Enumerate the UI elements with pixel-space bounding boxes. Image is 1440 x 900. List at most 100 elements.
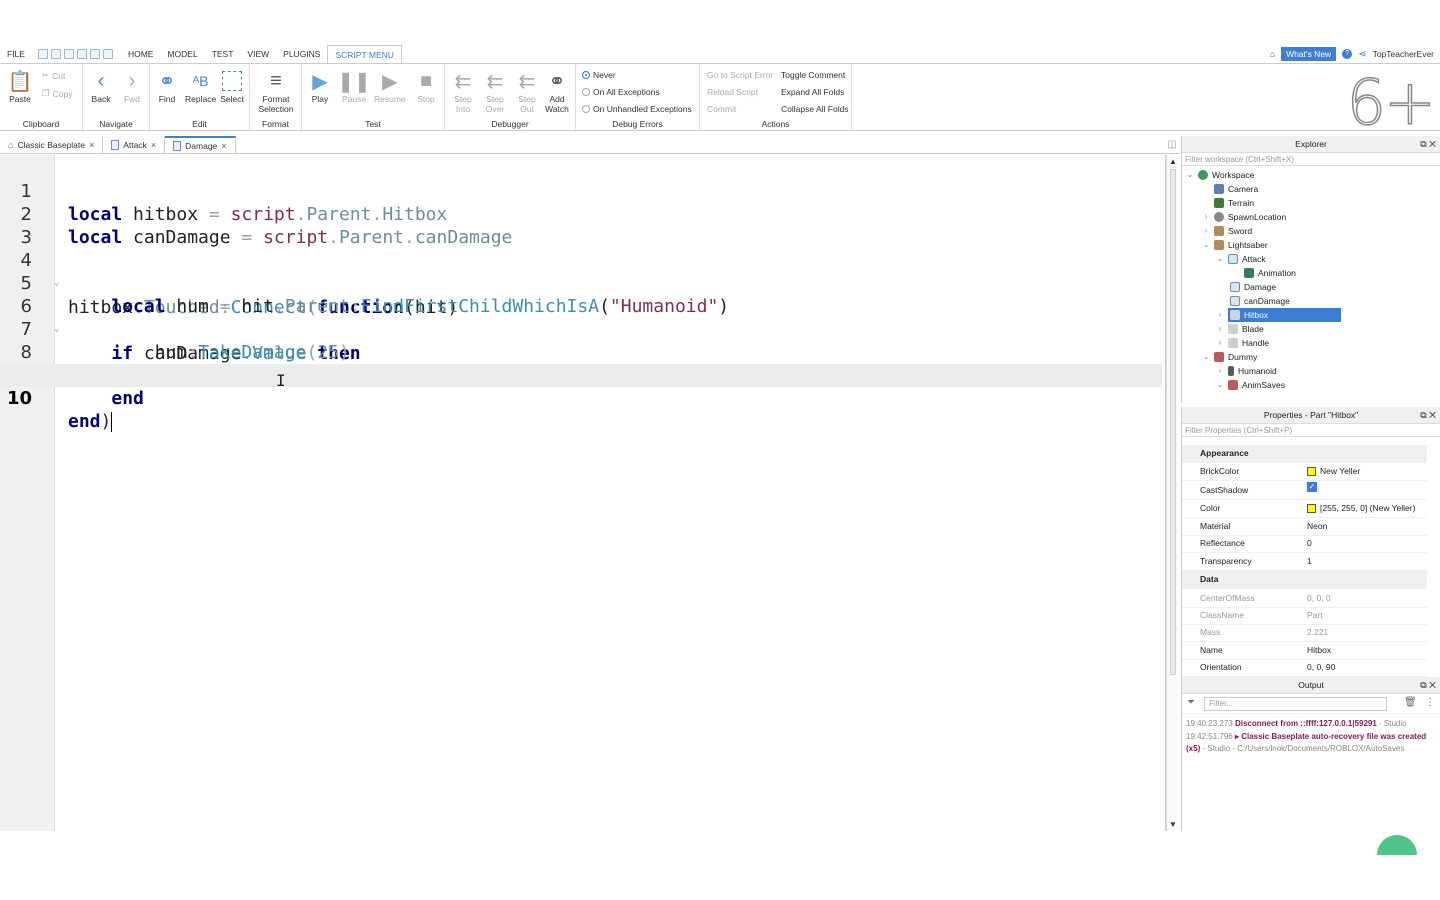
tree-item-dummy[interactable]: ⌄ Dummy — [1202, 350, 1257, 364]
tree-item-lightsaber[interactable]: ⌄ Lightsaber — [1202, 238, 1268, 252]
category-appearance[interactable]: Appearance — [1182, 445, 1427, 463]
resume-button[interactable]: ▶ Resume — [374, 68, 406, 105]
new-file-icon[interactable] — [37, 49, 48, 59]
username-label[interactable]: TopTeacherEver — [1373, 49, 1434, 59]
toggle-comment-button[interactable]: Toggle Comment — [781, 70, 845, 80]
floating-action-button[interactable] — [1377, 835, 1417, 855]
save-icon[interactable] — [89, 49, 100, 59]
explorer-filter-input[interactable]: Filter workspace (Ctrl+Shift+X) — [1182, 153, 1440, 166]
menu-model[interactable]: MODEL — [160, 45, 204, 63]
help-icon[interactable]: ? — [1342, 49, 1353, 59]
chevron-right-icon[interactable]: › — [1216, 308, 1224, 322]
dock-close-icon[interactable]: ⧉ ✕ — [1420, 407, 1436, 424]
pause-button[interactable]: ❚❚ Pause — [337, 68, 371, 105]
dock-close-icon[interactable]: ⧉ ✕ — [1420, 677, 1436, 694]
script-editor[interactable]: 1 local hitbox = script.Parent.Hitbox 2 … — [0, 155, 1166, 831]
clear-output-icon[interactable]: 🗑 — [1404, 697, 1417, 708]
prop-castshadow[interactable]: CastShadow ✓ — [1182, 482, 1427, 500]
select-button[interactable]: Select — [220, 68, 244, 104]
checkbox-checked-icon[interactable]: ✓ — [1307, 482, 1317, 492]
prop-material[interactable]: Material Neon — [1182, 518, 1427, 536]
menu-home[interactable]: HOME — [121, 45, 161, 63]
chevron-down-icon[interactable]: ⌄ — [1216, 252, 1224, 266]
format-selection-button[interactable]: ≡ Format Selection — [254, 68, 298, 115]
redo-icon[interactable] — [63, 49, 74, 59]
reload-script-button[interactable]: Reload Script — [707, 87, 758, 97]
tab-damage[interactable]: Damage × — [165, 136, 236, 153]
menu-script-menu[interactable]: SCRIPT MENU — [327, 45, 402, 63]
tree-item-animsaves[interactable]: ⌄ AnimSaves — [1216, 378, 1285, 392]
commit-button[interactable]: Commit — [707, 104, 736, 114]
close-icon[interactable]: × — [221, 141, 226, 151]
tree-item-blade[interactable]: › Blade — [1216, 322, 1264, 336]
chevron-down-icon[interactable]: ⌄ — [1216, 378, 1224, 392]
close-icon[interactable]: × — [151, 140, 156, 150]
tree-item-camera[interactable]: Camera — [1214, 182, 1258, 196]
tree-item-spawnlocation[interactable]: › SpawnLocation — [1202, 210, 1286, 224]
whats-new-button[interactable]: What's New — [1281, 47, 1337, 61]
menu-view[interactable]: VIEW — [240, 45, 276, 63]
split-view-icon[interactable]: ◫ — [1164, 136, 1180, 153]
chevron-right-icon[interactable]: › — [1216, 322, 1224, 336]
chevron-right-icon[interactable]: › — [1202, 224, 1210, 238]
stop-button[interactable]: ■ Stop — [414, 68, 438, 105]
prop-reflectance[interactable]: Reflectance 0 — [1182, 535, 1427, 553]
tree-item-damage[interactable]: Damage — [1230, 280, 1276, 294]
prop-color[interactable]: Color [255, 255, 0] (New Yeller) — [1182, 500, 1427, 518]
chevron-right-icon[interactable]: › — [1216, 364, 1224, 378]
menu-file[interactable]: FILE — [0, 45, 32, 63]
tree-item-animation[interactable]: Animation — [1244, 266, 1296, 280]
editor-scrollbar[interactable]: ▲ ▼ — [1166, 155, 1179, 831]
tree-item-attack[interactable]: ⌄ Attack — [1216, 252, 1266, 266]
prop-classname[interactable]: ClassName Part — [1182, 607, 1427, 625]
add-watch-button[interactable]: ⚭ Add Watch — [545, 68, 569, 115]
more-options-icon[interactable]: ⋮ — [1425, 697, 1435, 708]
expand-all-folds-button[interactable]: Expand All Folds — [781, 87, 844, 97]
forward-button[interactable]: › Fwd — [120, 68, 144, 105]
prop-name[interactable]: Name Hitbox — [1182, 642, 1427, 660]
menu-plugins[interactable]: PLUGINS — [276, 45, 327, 63]
tree-item-hitbox[interactable]: Hitbox — [1228, 308, 1341, 322]
step-over-button[interactable]: ⇇ Step Over — [483, 68, 507, 115]
dock-close-icon[interactable]: ⧉ ✕ — [1420, 136, 1436, 153]
close-icon[interactable]: × — [89, 140, 94, 150]
tree-item-sword[interactable]: › Sword — [1202, 224, 1252, 238]
cut-button[interactable]: ✂ Cut — [42, 70, 65, 81]
chevron-right-icon[interactable]: › — [1202, 210, 1210, 224]
scroll-down-icon[interactable]: ▼ — [1169, 820, 1177, 829]
menu-test[interactable]: TEST — [205, 45, 241, 63]
tab-attack[interactable]: Attack × — [103, 136, 166, 153]
tree-item-hitbox-row[interactable]: › — [1216, 308, 1224, 322]
tree-item-candamage[interactable]: canDamage — [1230, 294, 1290, 308]
publish-icon[interactable] — [76, 49, 87, 59]
tree-item-terrain[interactable]: Terrain — [1214, 196, 1254, 210]
back-button[interactable]: ‹ Back — [89, 68, 113, 105]
output-filter-input[interactable]: Filter... — [1204, 697, 1387, 711]
open-icon[interactable] — [50, 49, 61, 59]
tree-item-handle[interactable]: › Handle — [1216, 336, 1269, 350]
prop-orientation[interactable]: Orientation 0, 0, 90 — [1182, 659, 1427, 677]
all-exceptions-radio[interactable]: On All Exceptions — [582, 87, 660, 97]
step-into-button[interactable]: ⇇ Step Into — [451, 68, 475, 115]
prop-centerofmass[interactable]: CenterOfMass 0, 0, 0 — [1182, 590, 1427, 608]
share-icon[interactable]: ⋖ — [1358, 49, 1366, 60]
prop-mass[interactable]: Mass 2.221 — [1182, 624, 1427, 642]
chevron-down-icon[interactable]: ⌄ — [1202, 238, 1210, 252]
never-radio[interactable]: Never — [582, 70, 616, 80]
copy-button[interactable]: ❐ Copy — [42, 88, 72, 99]
scroll-up-icon[interactable]: ▲ — [1169, 157, 1177, 166]
unhandled-exceptions-radio[interactable]: On Unhandled Exceptions — [582, 104, 692, 114]
collapse-ribbon-icon[interactable]: ⌂ — [1270, 49, 1275, 59]
play-button[interactable]: ▶ Play — [308, 68, 332, 105]
tab-classic-baseplate[interactable]: ⌂ Classic Baseplate × — [0, 136, 104, 153]
find-button[interactable]: ⚭ Find — [155, 68, 179, 105]
goto-script-error-button[interactable]: Go to Script Error — [707, 70, 773, 80]
chevron-down-icon[interactable]: ⌄ — [1202, 350, 1210, 364]
prop-brickcolor[interactable]: BrickColor New Yeller — [1182, 463, 1427, 481]
collapse-all-folds-button[interactable]: Collapse All Folds — [781, 104, 849, 114]
chevron-right-icon[interactable]: › — [1216, 336, 1224, 350]
tree-item-workspace[interactable]: ⌄ Workspace — [1186, 168, 1254, 182]
scroll-thumb[interactable] — [1170, 169, 1176, 675]
tree-item-humanoid[interactable]: › Humanoid — [1216, 364, 1277, 378]
category-data[interactable]: Data — [1182, 571, 1427, 589]
